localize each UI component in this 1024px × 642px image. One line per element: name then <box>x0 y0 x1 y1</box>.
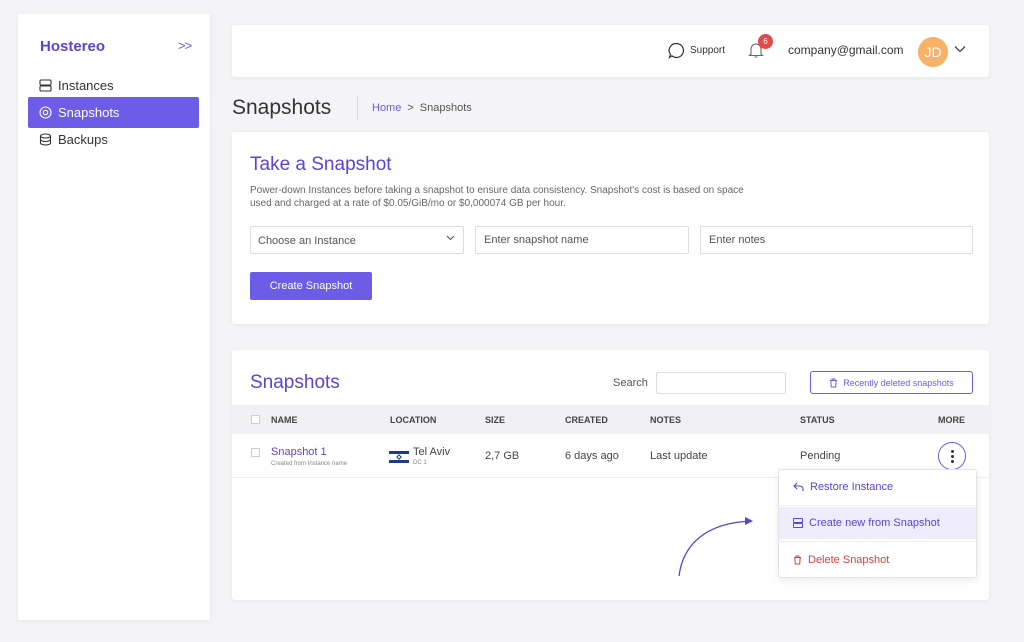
take-snapshot-card: Take a Snapshot Power-down Instances bef… <box>232 132 989 324</box>
trash-icon <box>830 378 838 387</box>
chevron-down-icon[interactable] <box>954 45 966 53</box>
search-label: Search <box>613 377 648 389</box>
breadcrumb-separator: > <box>407 102 414 114</box>
sidebar-item-label: Backups <box>58 132 108 147</box>
snapshot-notes-input[interactable] <box>700 226 973 254</box>
breadcrumb-home-link[interactable]: Home <box>372 102 401 114</box>
more-options-button[interactable] <box>938 442 966 470</box>
menu-item-delete-snapshot[interactable]: Delete Snapshot <box>779 543 976 577</box>
snapshot-size: 2,7 GB <box>485 450 520 462</box>
breadcrumb-current: Snapshots <box>419 102 472 114</box>
instance-select[interactable]: Choose an Instance <box>250 226 464 254</box>
snapshot-created: 6 days ago <box>565 450 619 462</box>
column-header-name[interactable]: NAME <box>271 415 298 425</box>
snapshot-name-input[interactable] <box>475 226 689 254</box>
column-header-notes[interactable]: NOTES <box>650 415 681 425</box>
take-snapshot-title: Take a Snapshot <box>250 154 392 175</box>
table-header: NAME LOCATION SIZE CREATED NOTES STATUS … <box>232 405 989 434</box>
row-checkbox[interactable] <box>251 448 260 457</box>
location-city: Tel Aviv <box>413 446 451 458</box>
status-badge: Pending <box>800 450 841 462</box>
top-bar: Support 6 company@gmail.com JD <box>232 25 989 77</box>
snapshot-source: Created from Instance name <box>271 461 348 467</box>
column-header-status[interactable]: STATUS <box>800 415 835 425</box>
menu-item-label: Restore Instance <box>810 481 894 493</box>
menu-item-label: Create new from Snapshot <box>809 517 940 529</box>
location-dc: DC 1 <box>413 460 427 466</box>
recently-deleted-label: Recently deleted snapshots <box>843 377 954 388</box>
menu-divider <box>779 541 976 542</box>
sidebar-item-label: Snapshots <box>58 105 120 120</box>
chat-bubble-icon <box>668 42 685 59</box>
undo-arrow-icon <box>793 482 804 491</box>
israel-flag-icon <box>389 451 409 463</box>
database-icon <box>39 133 52 146</box>
snapshot-notes: Last update <box>650 450 708 462</box>
sidebar: Hostereo >> Instances Snapshots Backups <box>18 14 210 620</box>
instance-select-value: Choose an Instance <box>258 235 356 247</box>
menu-divider <box>779 505 976 506</box>
column-header-more: MORE <box>938 415 965 425</box>
snapshot-icon <box>39 106 52 119</box>
column-header-created[interactable]: CREATED <box>565 415 608 425</box>
column-header-location[interactable]: LOCATION <box>390 415 436 425</box>
brand-logo[interactable]: Hostereo <box>40 38 105 55</box>
menu-item-label: Delete Snapshot <box>808 554 890 566</box>
recently-deleted-button[interactable]: Recently deleted snapshots <box>810 371 973 394</box>
select-all-checkbox[interactable] <box>251 415 260 424</box>
title-divider <box>357 96 358 120</box>
sidebar-item-backups[interactable]: Backups <box>28 124 199 155</box>
server-icon <box>39 79 52 92</box>
avatar[interactable]: JD <box>918 37 948 67</box>
sidebar-nav: Instances Snapshots Backups <box>28 70 199 151</box>
more-options-menu: Restore Instance Create new from Snapsho… <box>778 469 977 578</box>
pointer-arrow-icon <box>678 517 753 577</box>
menu-item-create-from-snapshot[interactable]: Create new from Snapshot <box>779 507 976 539</box>
trash-icon <box>794 555 801 565</box>
create-snapshot-button[interactable]: Create Snapshot <box>250 272 372 300</box>
column-header-size[interactable]: SIZE <box>485 415 505 425</box>
snapshots-table-title: Snapshots <box>250 372 340 393</box>
notification-count-badge: 6 <box>758 34 773 49</box>
snapshot-name-link[interactable]: Snapshot 1 <box>271 446 327 458</box>
collapse-sidebar-icon[interactable]: >> <box>178 38 192 53</box>
page-title: Snapshots <box>232 96 332 119</box>
breadcrumb: Home > Snapshots <box>372 102 472 114</box>
notifications-button[interactable]: 6 <box>748 34 773 64</box>
chevron-down-icon <box>446 235 455 241</box>
user-email: company@gmail.com <box>788 43 904 57</box>
support-link[interactable]: Support <box>668 42 725 59</box>
support-label: Support <box>690 45 726 56</box>
server-icon <box>793 518 803 528</box>
take-snapshot-description: Power-down Instances before taking a sna… <box>250 185 744 209</box>
search-input[interactable] <box>656 372 786 394</box>
sidebar-item-label: Instances <box>58 78 114 93</box>
menu-item-restore-instance[interactable]: Restore Instance <box>779 470 976 504</box>
